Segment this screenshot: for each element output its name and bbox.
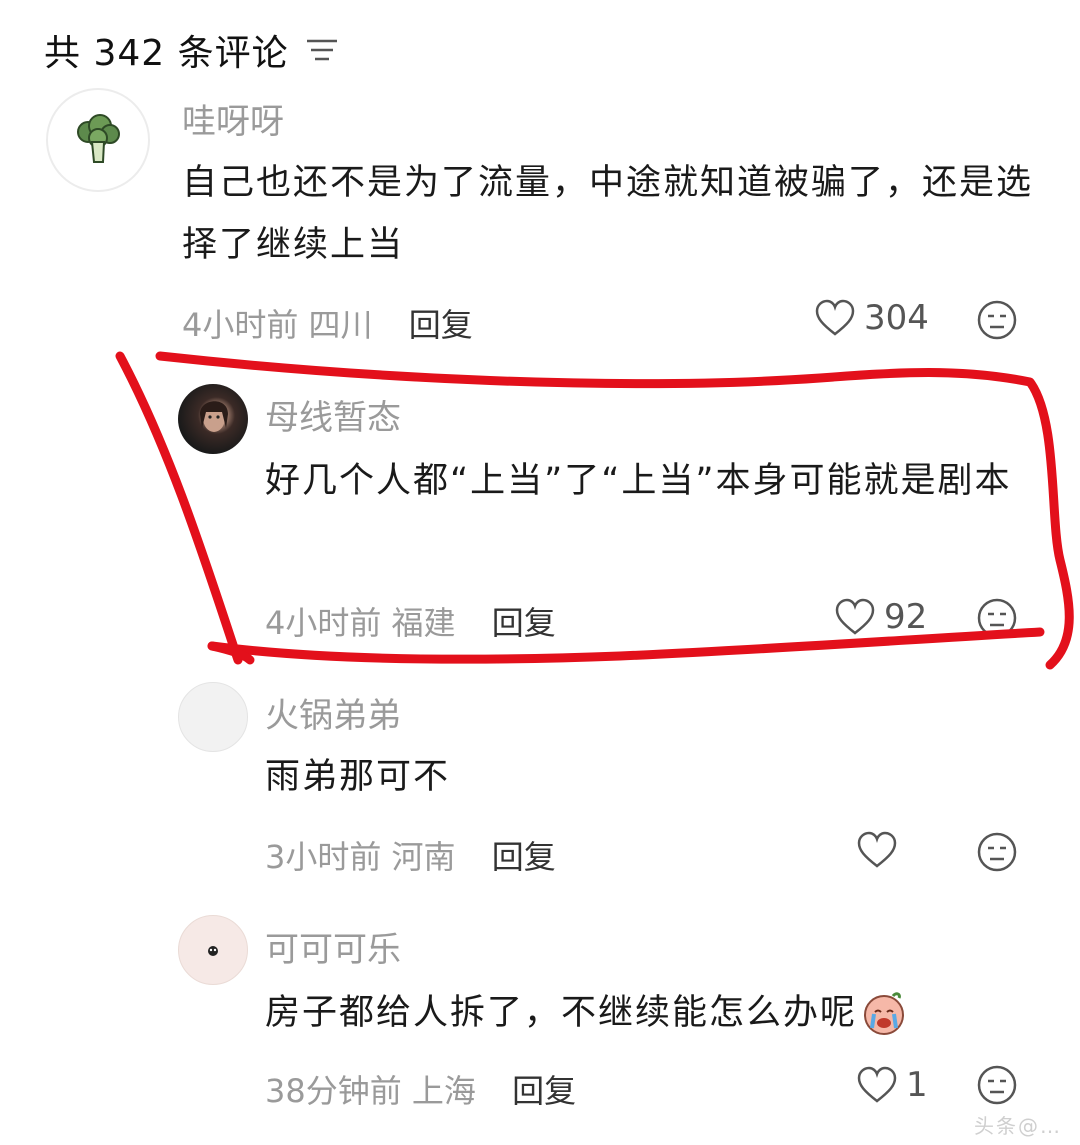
watermark: 头条@… [974, 1114, 1062, 1138]
avatar[interactable] [178, 384, 248, 454]
avatar[interactable] [178, 682, 248, 752]
comment-location: 上海 [411, 1072, 476, 1110]
neutral-face-icon[interactable] [976, 1064, 1018, 1106]
like-button[interactable]: 304 [814, 298, 929, 338]
comment-meta: 4小时前 四川 回复 [182, 300, 473, 346]
like-count: 304 [864, 298, 929, 338]
comment-time: 4小时前 [265, 604, 382, 642]
comment-count-title: 共 342 条评论 [44, 33, 289, 74]
comment-meta: 4小时前 福建 回复 [265, 598, 556, 644]
comment-text: 房子都给人拆了，不继续能怎么办呢 [265, 982, 1045, 1044]
avatar[interactable] [178, 915, 248, 985]
like-button[interactable]: 1 [856, 1065, 928, 1105]
like-button[interactable]: 92 [834, 597, 927, 637]
comment-meta: 38分钟前 上海 回复 [265, 1066, 576, 1112]
neutral-face-icon[interactable] [976, 299, 1018, 341]
like-count: 92 [884, 597, 928, 637]
username[interactable]: 哇呀呀 [182, 94, 284, 143]
reply-button[interactable]: 回复 [409, 306, 473, 344]
comment-time: 38分钟前 [265, 1072, 402, 1110]
comment-location: 四川 [308, 306, 373, 344]
reply-button[interactable]: 回复 [492, 604, 556, 642]
neutral-face-icon[interactable] [976, 831, 1018, 873]
filter-lines-icon[interactable] [305, 36, 339, 64]
comment-time: 4小时前 [182, 306, 299, 344]
bug-icon [208, 946, 218, 956]
heart-icon [857, 831, 897, 868]
comment-meta: 3小时前 河南 回复 [265, 832, 556, 878]
comment-location: 福建 [391, 604, 456, 642]
comment-text: 自己也还不是为了流量，中途就知道被骗了，还是选择了继续上当 [182, 163, 1034, 265]
reply-button[interactable]: 回复 [512, 1072, 576, 1110]
broccoli-icon [77, 114, 120, 163]
comment-text: 雨弟那可不 [265, 757, 451, 797]
heart-icon [815, 299, 855, 336]
reply-button[interactable]: 回复 [492, 838, 556, 876]
avatar[interactable] [46, 88, 150, 192]
crying-face-emoji-icon [864, 992, 905, 1035]
username[interactable]: 母线暂态 [265, 390, 401, 439]
heart-icon [835, 598, 875, 635]
portrait-icon [200, 401, 228, 432]
username[interactable]: 火锅弟弟 [265, 688, 401, 737]
comment-text: 好几个人都“上当”了“上当”本身可能就是剧本 [265, 461, 1012, 501]
comment-location: 河南 [391, 838, 456, 876]
neutral-face-icon[interactable] [976, 597, 1018, 639]
like-count: 1 [906, 1065, 928, 1105]
comment-time: 3小时前 [265, 838, 382, 876]
heart-icon [857, 1066, 897, 1103]
comments-header: 共 342 条评论 [44, 24, 339, 76]
comment-text-body: 房子都给人拆了，不继续能怎么办呢 [265, 993, 858, 1033]
like-button[interactable] [856, 831, 906, 869]
username[interactable]: 可可可乐 [265, 922, 401, 971]
